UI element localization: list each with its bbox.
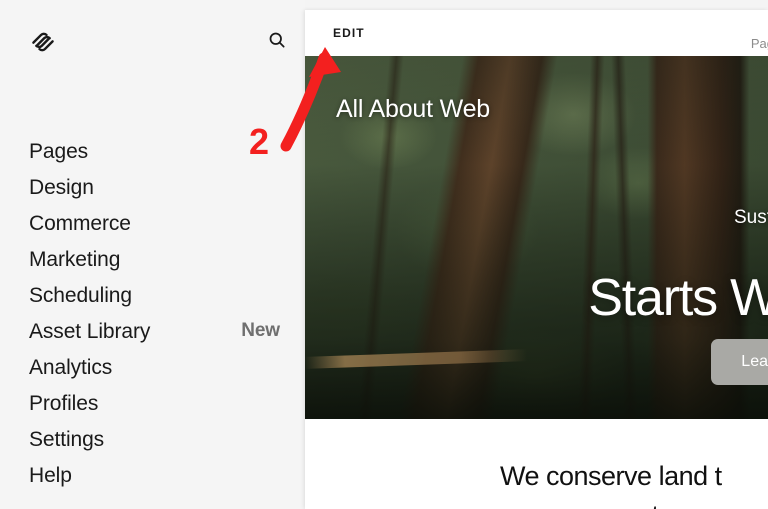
sidebar-item-label: Pages [29,139,89,163]
sidebar-item-analytics[interactable]: Analytics [0,349,305,385]
sidebar-item-pages[interactable]: Pages [0,133,305,169]
sidebar-item-help[interactable]: Help [0,457,305,493]
hero-eyebrow-text: Sust [733,207,768,228]
sidebar-item-marketing[interactable]: Marketing [0,241,305,277]
sidebar-header [0,0,305,88]
hero-site-title: All About Web [336,95,490,123]
site-preview-panel: EDIT Pag All About Web Sust Starts W Lea… [305,10,768,509]
sidebar-item-asset-library[interactable]: Asset Library New [0,313,305,349]
sidebar-item-label: Marketing [29,247,121,271]
edit-button[interactable]: EDIT [333,26,365,40]
page-selector[interactable]: Pag [751,36,768,51]
squarespace-logo[interactable] [27,26,59,58]
sidebar-item-label: Scheduling [29,283,132,307]
sidebar-item-scheduling[interactable]: Scheduling [0,277,305,313]
sidebar-item-label: Asset Library [29,319,151,343]
sidebar-item-design[interactable]: Design [0,169,305,205]
sidebar-item-profiles[interactable]: Profiles [0,385,305,421]
sidebar-item-label: Settings [29,427,105,451]
sidebar-item-label: Help [29,463,72,487]
sidebar-item-label: Commerce [29,211,131,235]
sidebar-item-settings[interactable]: Settings [0,421,305,457]
preview-toolbar: EDIT Pag [305,10,768,56]
search-button[interactable] [262,27,292,57]
sidebar-item-commerce[interactable]: Commerce [0,205,305,241]
content-heading-line1: We conserve land t [500,461,722,491]
hero-cta-button[interactable]: Lea [711,339,768,385]
content-section: We conserve land t prot [305,419,768,509]
sidebar-item-badge: New [241,320,280,341]
content-heading-line2: prot [500,496,722,509]
hero-section: All About Web Sust Starts W Lea [305,56,768,419]
sidebar-item-label: Profiles [29,391,99,415]
sidebar-nav: Pages Design Commerce Marketing Scheduli… [0,133,305,493]
sidebar-item-label: Design [29,175,94,199]
search-icon [267,30,287,55]
sidebar: Pages Design Commerce Marketing Scheduli… [0,0,305,509]
sidebar-item-label: Analytics [29,355,113,379]
app-root: Pages Design Commerce Marketing Scheduli… [0,0,768,509]
hero-headline: Starts W [588,269,768,327]
content-heading: We conserve land t prot [500,457,722,509]
